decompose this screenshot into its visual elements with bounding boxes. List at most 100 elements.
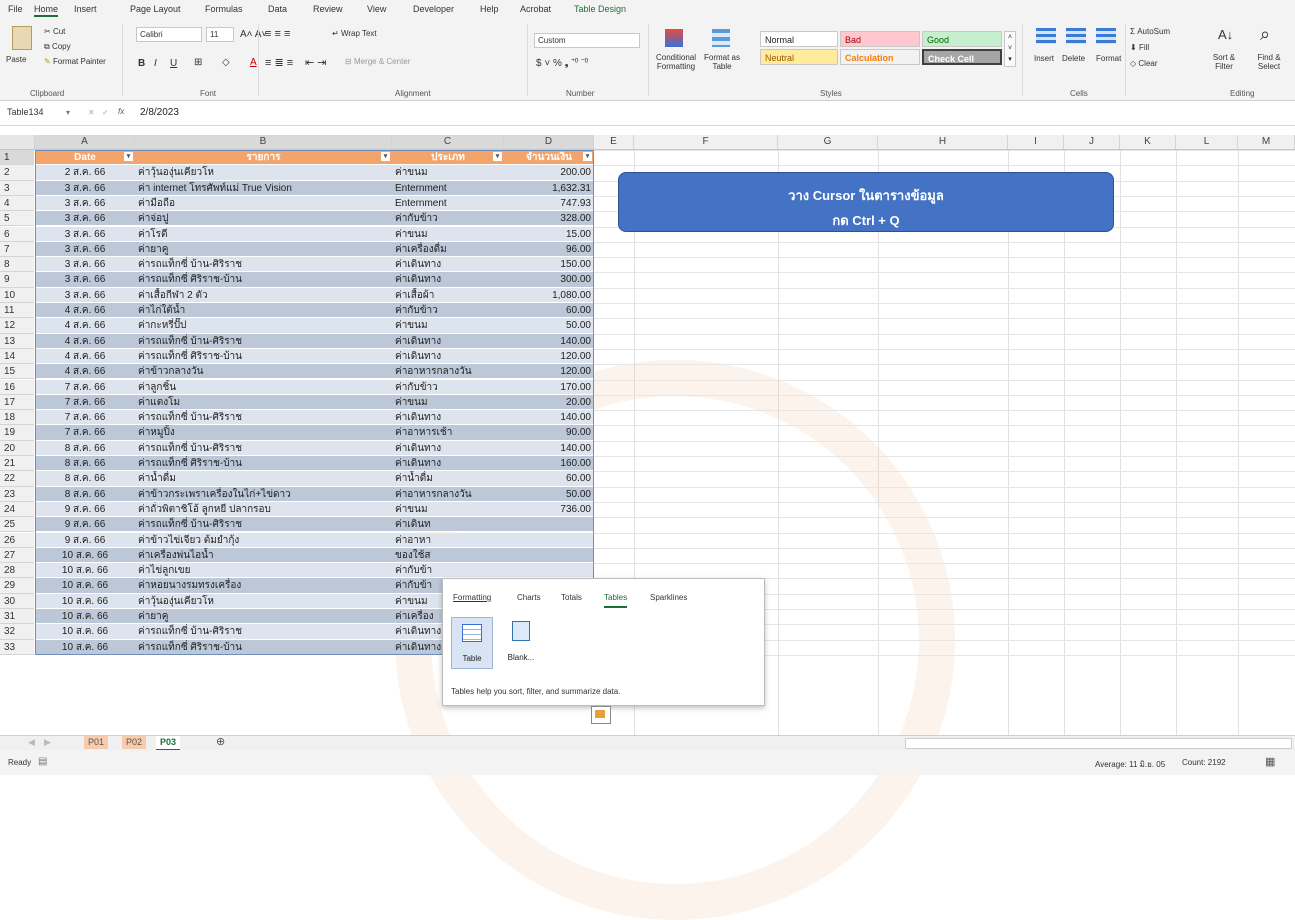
date-cell[interactable]: 3 ส.ค. 66: [35, 257, 135, 273]
item-cell[interactable]: ค่าแตงโม: [135, 394, 392, 411]
menu-help[interactable]: Help: [480, 4, 499, 14]
amount-cell[interactable]: [504, 547, 594, 564]
qa-tab-tables[interactable]: Tables: [604, 593, 628, 608]
row-header[interactable]: 21: [0, 456, 34, 472]
item-cell[interactable]: ค่าไก่ใต้น้ำ: [135, 303, 392, 319]
menu-formulas[interactable]: Formulas: [205, 4, 243, 14]
category-cell[interactable]: ค่าน้ำดื่ม: [392, 471, 504, 487]
qa-option-blank[interactable]: Blank...: [501, 617, 541, 667]
row-header[interactable]: 23: [0, 486, 34, 502]
item-cell[interactable]: ค่ารถแท็กซี่ บ้าน-ศิริราช: [135, 410, 392, 426]
column-header-h[interactable]: H: [878, 135, 1008, 149]
conditional-formatting-button[interactable]: Conditional Formatting: [656, 53, 696, 71]
amount-cell[interactable]: [504, 517, 594, 533]
category-cell[interactable]: ค่าขนม: [392, 226, 504, 242]
column-header-i[interactable]: I: [1008, 135, 1064, 149]
date-cell[interactable]: 3 ส.ค. 66: [35, 211, 135, 227]
date-cell[interactable]: 8 ส.ค. 66: [35, 440, 135, 456]
item-cell[interactable]: ค่าเสื้อกีฬา 2 ตัว: [135, 287, 392, 303]
amount-cell[interactable]: 15.00: [504, 226, 594, 242]
amount-cell[interactable]: 1,632.31: [504, 180, 594, 196]
row-header[interactable]: 20: [0, 440, 34, 456]
amount-cell[interactable]: 96.00: [504, 241, 594, 258]
row-header[interactable]: 33: [0, 639, 34, 655]
category-cell[interactable]: ค่ากับข้าว: [392, 379, 504, 395]
date-cell[interactable]: 10 ส.ค. 66: [35, 624, 135, 640]
amount-cell[interactable]: 140.00: [504, 440, 594, 456]
amount-cell[interactable]: 747.93: [504, 195, 594, 212]
row-header[interactable]: 14: [0, 348, 34, 365]
item-cell[interactable]: ค่ายาคู: [135, 609, 392, 625]
fill-color-icon[interactable]: ◇: [222, 57, 230, 68]
sheet-tab-p02[interactable]: P02: [122, 736, 147, 749]
item-cell[interactable]: ค่ากะหรี่ปั๊ป: [135, 318, 392, 334]
menu-file[interactable]: File: [8, 4, 23, 14]
name-box-dropdown-icon[interactable]: ▾: [66, 108, 70, 117]
filter-dropdown-icon[interactable]: ▾: [493, 152, 502, 161]
table-header-cell[interactable]: รายการ ▾: [135, 150, 392, 166]
date-cell[interactable]: 7 ส.ค. 66: [35, 410, 135, 426]
category-cell[interactable]: Enternment: [392, 180, 504, 196]
bold-icon[interactable]: B: [138, 58, 145, 69]
insert-button[interactable]: Insert: [1034, 54, 1054, 63]
date-cell[interactable]: 10 ส.ค. 66: [35, 563, 135, 579]
date-cell[interactable]: 7 ส.ค. 66: [35, 425, 135, 441]
column-header-b[interactable]: B: [135, 135, 392, 149]
menu-review[interactable]: Review: [313, 4, 343, 14]
category-cell[interactable]: ค่าขนม: [392, 318, 504, 334]
row-header[interactable]: 16: [0, 379, 34, 395]
normal-view-icon[interactable]: ▦: [1265, 755, 1275, 768]
column-header-c[interactable]: C: [392, 135, 504, 149]
row-header[interactable]: 11: [0, 303, 34, 319]
sheet-tab-p03[interactable]: P03: [156, 736, 181, 751]
column-header-d[interactable]: D: [504, 135, 594, 149]
row-header[interactable]: 1: [0, 150, 34, 166]
insert-cells-icon[interactable]: [1036, 28, 1056, 44]
row-header[interactable]: 24: [0, 501, 34, 518]
format-button[interactable]: Format: [1096, 54, 1121, 63]
item-cell[interactable]: ค่ารถแท็กซี่ ศิริราช-บ้าน: [135, 348, 392, 365]
wrap-text-button[interactable]: ↵ Wrap Text: [332, 29, 377, 38]
category-cell[interactable]: ค่าเดินทาง: [392, 257, 504, 273]
item-cell[interactable]: ค่าข้าวกลางวัน: [135, 364, 392, 380]
name-box[interactable]: Table134: [4, 106, 64, 122]
date-cell[interactable]: 3 ส.ค. 66: [35, 195, 135, 212]
row-header[interactable]: 27: [0, 547, 34, 564]
formula-input[interactable]: 2/8/2023: [140, 107, 179, 118]
category-cell[interactable]: ค่าอาหา: [392, 532, 504, 548]
date-cell[interactable]: 9 ส.ค. 66: [35, 501, 135, 518]
row-header[interactable]: 6: [0, 226, 34, 242]
delete-cells-icon[interactable]: [1066, 28, 1086, 44]
date-cell[interactable]: 3 ส.ค. 66: [35, 241, 135, 258]
category-cell[interactable]: ค่ากับข้า: [392, 563, 504, 579]
row-header[interactable]: 26: [0, 532, 34, 548]
align-top-icon[interactable]: ≡ ≡ ≡: [265, 28, 290, 40]
column-header-m[interactable]: M: [1238, 135, 1295, 149]
date-cell[interactable]: 9 ส.ค. 66: [35, 517, 135, 533]
category-cell[interactable]: ค่ากับข้าว: [392, 303, 504, 319]
qa-tab-sparklines[interactable]: Sparklines: [650, 593, 687, 602]
sort-filter-icon[interactable]: A↓: [1218, 27, 1233, 42]
category-cell[interactable]: ค่าเดินทาง: [392, 410, 504, 426]
row-header[interactable]: 8: [0, 257, 34, 273]
row-header[interactable]: 4: [0, 195, 34, 212]
amount-cell[interactable]: 170.00: [504, 379, 594, 395]
date-cell[interactable]: 4 ส.ค. 66: [35, 318, 135, 334]
item-cell[interactable]: ค่ามือถือ: [135, 195, 392, 212]
paste-icon[interactable]: [12, 26, 32, 50]
item-cell[interactable]: ค่ารถแท็กซี่ บ้าน-ศิริราช: [135, 517, 392, 533]
category-cell[interactable]: ค่าเสื้อผ้า: [392, 287, 504, 303]
sheet-scroll-right[interactable]: ▶: [40, 736, 55, 749]
amount-cell[interactable]: 300.00: [504, 272, 594, 288]
item-cell[interactable]: ค่าไข่ลูกเขย: [135, 563, 392, 579]
amount-cell[interactable]: 90.00: [504, 425, 594, 441]
item-cell[interactable]: ค่ารถแท็กซี่ บ้าน-ศิริราช: [135, 257, 392, 273]
date-cell[interactable]: 8 ส.ค. 66: [35, 456, 135, 472]
row-header[interactable]: 18: [0, 410, 34, 426]
horizontal-scrollbar[interactable]: [905, 738, 1292, 749]
amount-cell[interactable]: 140.00: [504, 333, 594, 349]
copy-button[interactable]: ⧉ Copy: [44, 42, 71, 52]
amount-cell[interactable]: 1,080.00: [504, 287, 594, 303]
amount-cell[interactable]: 60.00: [504, 303, 594, 319]
amount-cell[interactable]: 150.00: [504, 257, 594, 273]
